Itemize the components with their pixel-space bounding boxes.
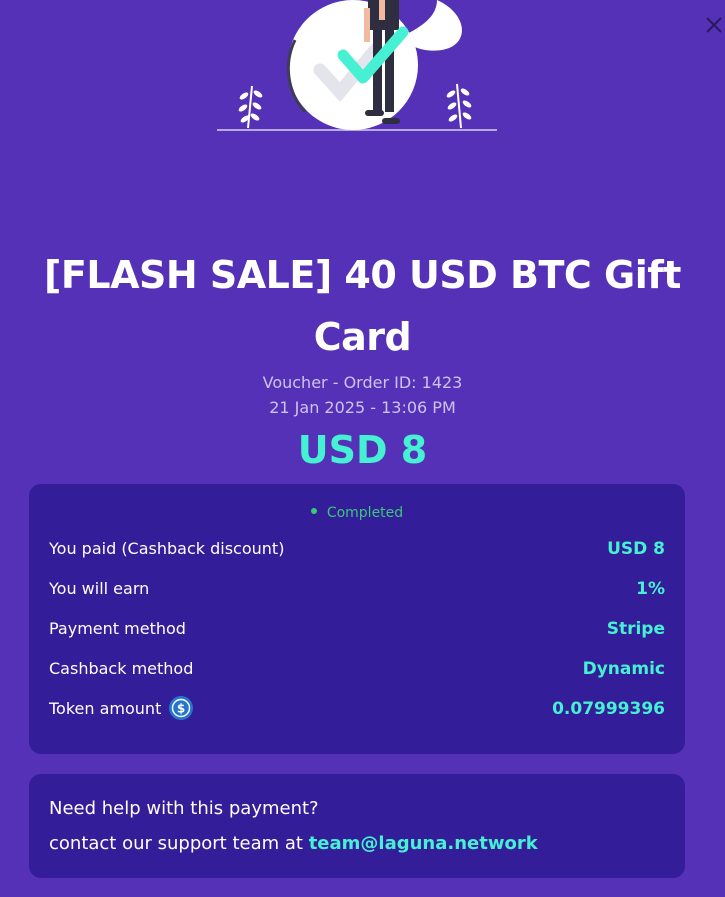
close-button[interactable]: [699, 10, 725, 40]
detail-row-cashback-method: Cashback method Dynamic: [49, 656, 665, 682]
detail-value: USD 8: [607, 539, 665, 559]
detail-label: You paid (Cashback discount): [49, 539, 285, 558]
svg-text:$: $: [177, 701, 185, 715]
help-contact-line: contact our support team at team@laguna.…: [49, 833, 538, 854]
support-help-card: Need help with this payment? contact our…: [29, 774, 685, 878]
detail-value: 0.07999396: [552, 699, 665, 719]
status-badge: Completed: [29, 505, 685, 521]
detail-label: You will earn: [49, 579, 150, 598]
order-title: [FLASH SALE] 40 USD BTC Gift Card: [44, 253, 681, 359]
detail-row-paid: You paid (Cashback discount) USD 8: [49, 536, 665, 562]
order-amount: USD 8: [297, 428, 428, 472]
help-question: Need help with this payment?: [49, 798, 319, 819]
payment-details-card: Completed You paid (Cashback discount) U…: [29, 484, 685, 754]
close-icon: [706, 17, 722, 33]
detail-label: Cashback method: [49, 659, 194, 678]
detail-row-earn: You will earn 1%: [49, 576, 665, 602]
detail-label: Token amount $: [49, 695, 194, 722]
status-label: Completed: [326, 505, 404, 521]
detail-value: Dynamic: [582, 659, 665, 679]
usdc-coin-icon: $: [169, 695, 194, 720]
help-contact-prefix: contact our support team at: [49, 833, 309, 854]
detail-value: Stripe: [606, 619, 665, 639]
order-voucher-id: Voucher - Order ID: 1423: [262, 373, 463, 392]
token-amount-label: Token amount: [49, 699, 162, 718]
detail-label: Payment method: [49, 619, 186, 638]
detail-row-token-amount: Token amount $ 0.07999396: [49, 695, 665, 722]
order-date: 21 Jan 2025 - 13:06 PM: [269, 398, 456, 417]
status-dot-icon: [310, 508, 317, 514]
support-email-link[interactable]: team@laguna.network: [309, 833, 538, 854]
payment-success-illustration: [217, 0, 497, 131]
detail-row-payment-method: Payment method Stripe: [49, 616, 665, 642]
detail-value: 1%: [636, 579, 665, 599]
